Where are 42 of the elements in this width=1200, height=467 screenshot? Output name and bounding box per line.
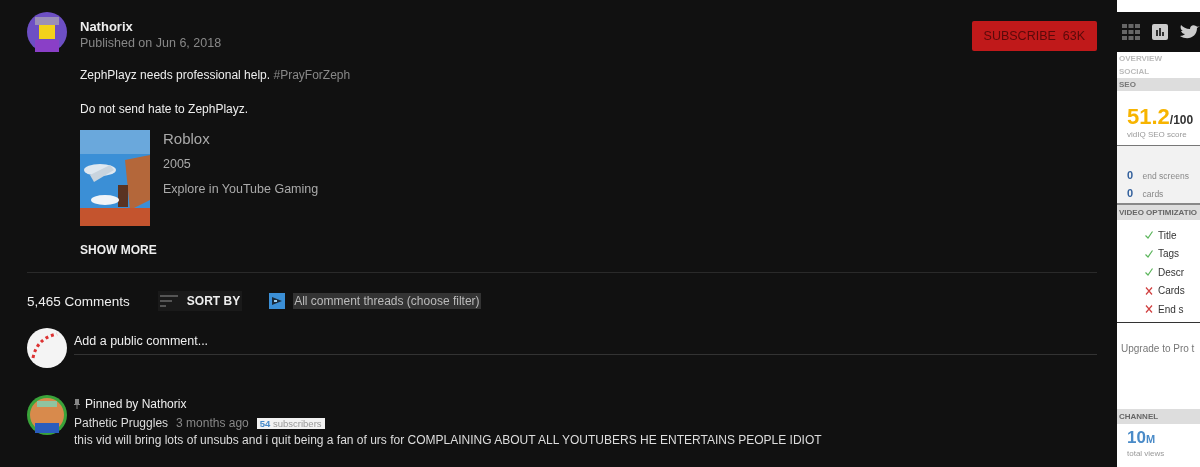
upgrade-text: Upgrade to Pro t — [1121, 342, 1195, 354]
channel-name[interactable]: Nathorix — [80, 19, 972, 34]
pinned-label: Pinned by Nathorix — [85, 397, 187, 411]
grid-icon[interactable] — [1122, 24, 1140, 40]
hashtag-link[interactable]: #PrayForZeph — [273, 68, 351, 82]
comment-field[interactable]: Add a public comment... — [74, 328, 1097, 355]
count-stat: 0 cards — [1127, 186, 1165, 201]
filter-dropdown[interactable]: All comment threads (choose filter) — [293, 293, 481, 309]
section-heading: VIDEO OPTIMIZATIO — [1117, 205, 1200, 220]
description-text: ZephPlayz needs professional help. #PrayForZeph — [80, 68, 352, 82]
comment-author[interactable]: Pathetic Pruggles — [74, 416, 169, 430]
count-stat: 0 end screens — [1127, 168, 1190, 183]
comment-count: 5,465 Comments — [27, 293, 130, 309]
filter-icon[interactable] — [269, 293, 286, 309]
gaming-link[interactable]: Explore in YouTube Gaming — [163, 182, 319, 196]
section-heading: CHANNEL — [1117, 408, 1200, 424]
game-year: 2005 — [163, 157, 192, 171]
checklist-item: Title — [1158, 229, 1177, 241]
seo-score: 51.2/100 — [1127, 104, 1195, 130]
checklist-item: End s — [1158, 303, 1184, 315]
total-views-value: 10M — [1126, 426, 1157, 449]
bar-chart-icon[interactable] — [1152, 24, 1168, 40]
comment-text: this vid will bring lots of unsubs and i quit being a fan of urs for COMPLAINING ABOUT ALL YOUTUBERS HE ENTERTAINS PEOPLE IDIOT — [74, 433, 822, 447]
bird-icon[interactable] — [1180, 24, 1200, 40]
show-more-link[interactable]: SHOW MORE — [80, 243, 1097, 257]
sort-icon — [159, 295, 178, 307]
checklist-item: Cards — [1158, 285, 1185, 297]
checklist-item: Descr — [1158, 266, 1185, 278]
total-views-label: total views — [1126, 448, 1166, 458]
sort-by-button[interactable]: SORT BY — [157, 291, 243, 311]
panel-tab[interactable]: SEO — [1117, 78, 1200, 91]
game-title[interactable]: Roblox — [163, 130, 319, 147]
avatar[interactable] — [27, 12, 67, 52]
comment-time[interactable]: 3 months ago — [176, 416, 249, 430]
description-text: Do not send hate to ZephPlayz. — [80, 102, 250, 116]
avatar — [27, 328, 67, 368]
subscriber-badge: 54 subscribers — [256, 417, 325, 429]
publish-date: Published on Jun 6, 2018 — [80, 36, 223, 50]
pin-icon — [74, 399, 80, 409]
score-label: vidIQ SEO score — [1127, 130, 1188, 139]
avatar[interactable] — [27, 395, 67, 435]
checklist-item: Tags — [1158, 248, 1180, 260]
